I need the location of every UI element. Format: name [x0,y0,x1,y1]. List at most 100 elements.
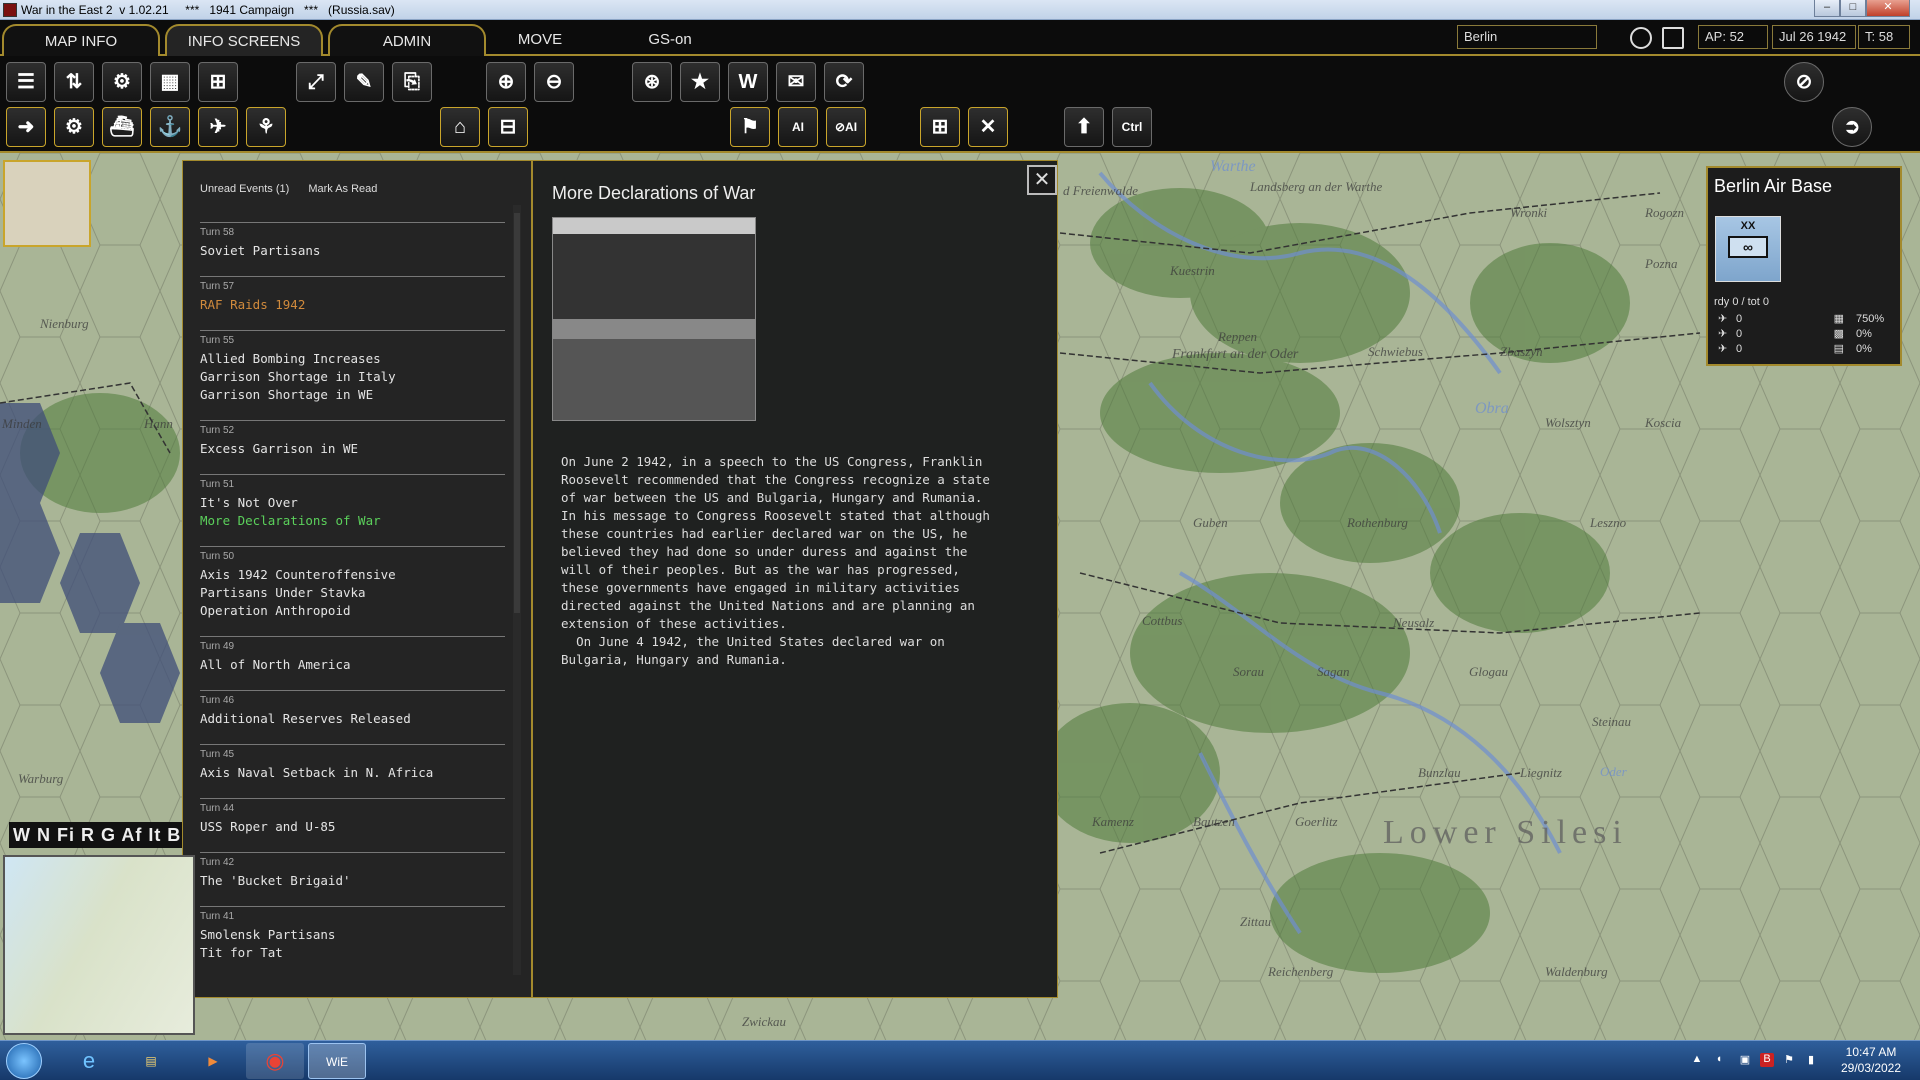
event-title[interactable]: Additional Reserves Released [200,710,505,728]
next-unit-icon[interactable]: ➲ [1832,107,1872,147]
upload-button[interactable]: ⬆ [1064,107,1104,147]
reinforcements-button[interactable]: ⇅ [54,62,94,102]
ctrl-button[interactable]: Ctrl [1112,107,1152,147]
event-title[interactable]: Operation Anthropoid [200,602,505,620]
start-button[interactable] [6,1043,42,1079]
report-button[interactable]: ⎘ [392,62,432,102]
air-mission-button[interactable]: ✈ [198,107,238,147]
maximize-button[interactable]: □ [1840,0,1866,17]
volume-icon[interactable]: ◖ [1712,1053,1726,1067]
map-label-rogozn: Rogozn [1644,205,1684,220]
minimize-button[interactable]: – [1814,0,1840,17]
formation-button[interactable]: ⊟ [488,107,528,147]
map-overview-button[interactable]: ▦ [150,62,190,102]
naval-transport-button[interactable]: ⚓ [150,107,190,147]
naval-mode-button[interactable]: ⛴ [102,107,142,147]
production-button[interactable]: ⊞ [198,62,238,102]
event-turn-label: Turn 45 [200,749,235,760]
events-button[interactable]: ✉ [776,62,816,102]
show-hidden-icons[interactable]: ▲ [1690,1053,1704,1067]
edit-button[interactable]: ✎ [344,62,384,102]
event-turn-41: Turn 41 Smolensk Partisans Tit for Tat [200,906,505,962]
media-player-icon[interactable]: ▶ [184,1043,242,1079]
event-photo [552,217,756,421]
air-base-panel: Berlin Air Base XX ∞ rdy 0 / tot 0 ✈ 0 ▦ 75… [1706,166,1902,366]
map-label-waldenburg: Waldenburg [1545,964,1608,979]
move-mode-button[interactable]: ➜ [6,107,46,147]
minimap[interactable] [3,855,195,1035]
settings-button[interactable]: ⚙ [102,62,142,102]
disband-button[interactable]: ✕ [968,107,1008,147]
mark-as-read-button[interactable]: Mark As Read [308,183,377,195]
event-title[interactable]: USS Roper and U-85 [200,818,505,836]
event-title[interactable]: Allied Bombing Increases [200,350,505,368]
news-thumbnail[interactable] [3,160,91,247]
tab-move[interactable]: MOVE [500,24,580,56]
game-date: Jul 26 1942 [1772,25,1856,49]
event-title[interactable]: It's Not Over [200,494,505,512]
app-icon [3,3,17,17]
victory-button[interactable]: ★ [680,62,720,102]
event-title[interactable]: Excess Garrison in WE [200,440,505,458]
event-title[interactable]: Garrison Shortage in Italy [200,368,505,386]
internet-explorer-icon[interactable]: e [60,1043,118,1079]
window-close-button[interactable]: ✕ [1866,0,1910,17]
end-turn-icon[interactable]: ⊘ [1784,62,1824,102]
factory-button[interactable]: ⊞ [920,107,960,147]
event-title[interactable]: Smolensk Partisans [200,926,505,944]
compass-icon[interactable] [1630,27,1652,49]
event-list-header: Unread Events (1) Mark As Read [200,183,393,195]
tab-gs-on[interactable]: GS-on [630,24,710,56]
map-label-bautzen: Bautzen [1193,814,1235,829]
event-title[interactable]: RAF Raids 1942 [200,296,505,314]
map-label-sagan: Sagan [1317,664,1350,679]
menu-bar: MAP INFO INFO SCREENS ADMIN MOVE GS-on B… [0,20,1920,56]
filter-icon[interactable] [1662,27,1684,49]
tab-info-screens[interactable]: INFO SCREENS [165,24,323,56]
signal-icon[interactable]: ▮ [1804,1053,1818,1067]
expand-button[interactable]: ⤢ [296,62,336,102]
hq-button[interactable]: ⌂ [440,107,480,147]
map-label-warthe-river: Warthe [1210,158,1256,175]
event-list-scroll-thumb[interactable] [514,213,520,613]
map-label-steinau: Steinau [1592,714,1631,729]
rail-mode-button[interactable]: ⚙ [54,107,94,147]
minimap-filter-bar[interactable]: W N Fi R G Af It B [9,822,182,848]
event-title[interactable]: Axis Naval Setback in N. Africa [200,764,505,782]
flag-button[interactable]: ⚑ [730,107,770,147]
event-title[interactable]: Garrison Shortage in WE [200,386,505,404]
event-title[interactable]: Tit for Tat [200,944,505,962]
event-title[interactable]: The 'Bucket Brigaid' [200,872,505,890]
ai-off-button[interactable]: ⊘AI [826,107,866,147]
close-events-button[interactable]: ✕ [1027,165,1057,195]
location-search-input[interactable]: Berlin [1457,25,1597,49]
ai-button[interactable]: AI [778,107,818,147]
event-turn-label: Turn 52 [200,425,235,436]
order-of-battle-button[interactable]: ☰ [6,62,46,102]
row-percent: 0% [1856,328,1872,340]
event-title[interactable]: All of North America [200,656,505,674]
network-icon[interactable]: ▣ [1738,1053,1752,1067]
map-label-hann: Hann [143,416,173,431]
air-doctrine-button[interactable]: ⊕ [486,62,526,102]
war-in-the-east-icon[interactable]: WiE [308,1043,366,1079]
event-title[interactable]: Axis 1942 Counteroffensive [200,566,505,584]
file-explorer-icon[interactable]: ▤ [122,1043,180,1079]
air-base-counter[interactable]: XX ∞ [1715,216,1781,282]
tab-map-info[interactable]: MAP INFO [2,24,160,56]
theater-button[interactable]: ⊛ [632,62,672,102]
system-clock[interactable]: 10:47 AM 29/03/2022 [1826,1044,1916,1076]
air-directive-button[interactable]: ⊖ [534,62,574,102]
action-center-flag-icon[interactable]: ⚑ [1782,1053,1796,1067]
chrome-icon[interactable]: ◉ [246,1043,304,1079]
tab-admin[interactable]: ADMIN [328,24,486,56]
replay-button[interactable]: ⟳ [824,62,864,102]
event-title-selected[interactable]: More Declarations of War [200,512,505,530]
event-title[interactable]: Soviet Partisans [200,242,505,260]
airdrop-button[interactable]: ⚘ [246,107,286,147]
antivirus-icon[interactable]: B [1760,1053,1774,1067]
air-base-row: ✈ 0 ▤ 0% [1718,342,1872,355]
weather-button[interactable]: W [728,62,768,102]
event-title[interactable]: Partisans Under Stavka [200,584,505,602]
action-points: AP: 52 [1698,25,1768,49]
